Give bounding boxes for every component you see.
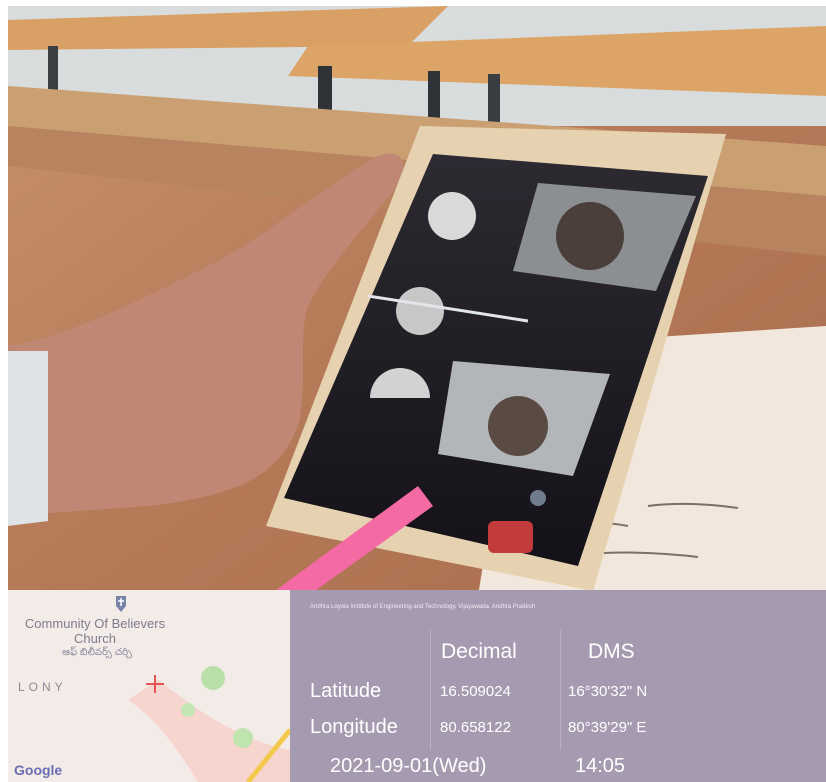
park [233,728,253,748]
photo-scene [8,6,826,596]
shirt-sleeve [8,351,48,526]
participant-face [488,396,548,456]
latitude-label: Latitude [310,680,382,702]
dms-header: DMS [588,640,635,663]
map-poi-label: Community Of Believers Church [24,616,166,646]
decimal-header: Decimal [441,640,517,663]
location-address: Andhra Loyola Institute of Engineering a… [310,604,536,610]
map-poi-local-label: ఆఫ్ బిలీవర్స్ చర్చి [62,647,132,658]
desk-leg [488,74,500,124]
latitude-decimal: 16.509024 [440,683,511,700]
park [181,703,195,717]
call-control [530,490,546,506]
column-divider [560,630,561,750]
avatar [396,287,444,335]
longitude-label: Longitude [310,716,398,738]
capture-date: 2021-09-01(Wed) [330,755,487,777]
capture-time: 14:05 [575,755,626,777]
participant-face [556,202,624,270]
longitude-decimal: 80.658122 [440,719,511,736]
longitude-dms: 80°39'29" E [568,719,647,736]
latitude-dms: 16°30'32" N [568,683,648,700]
map-thumbnail: Community Of Believers Church ఆఫ్ బిలీవర… [8,590,290,782]
gps-info-panel: Andhra Loyola Institute of Engineering a… [290,590,826,782]
column-divider [430,630,431,750]
google-logo: Google [14,762,63,778]
photo-illustration [8,6,826,596]
avatar [428,192,476,240]
map-area-label: LONY [18,680,67,694]
park [201,666,225,690]
end-call-button [488,521,533,553]
geotagged-photo: Community Of Believers Church ఆఫ్ బిలీవర… [0,0,826,782]
